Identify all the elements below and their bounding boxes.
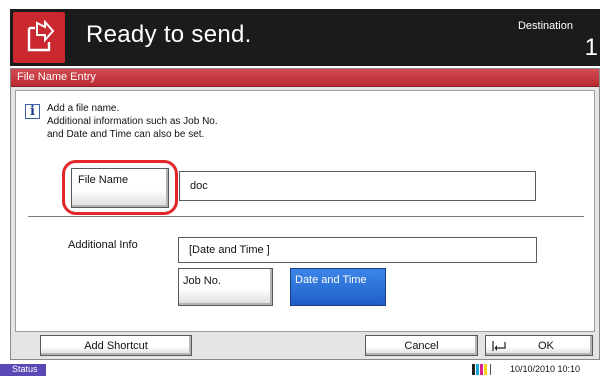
status-button[interactable]: Status xyxy=(0,364,46,376)
panel-title-bar: File Name Entry xyxy=(11,69,599,87)
ok-label: OK xyxy=(538,340,554,352)
add-shortcut-button[interactable]: Add Shortcut xyxy=(40,335,192,356)
panel-content: i Add a file name. Additional informatio… xyxy=(15,90,595,332)
status-bar: Status 10/10/2010 10:10 xyxy=(0,361,610,376)
status-label: Status xyxy=(12,364,38,374)
ok-button[interactable]: OK xyxy=(485,335,593,356)
cancel-label: Cancel xyxy=(404,340,439,352)
toner-cyan xyxy=(476,364,479,375)
additional-info-field: [Date and Time ] xyxy=(178,237,537,263)
additional-info-value: [Date and Time ] xyxy=(189,244,270,256)
file-name-highlight-ring xyxy=(62,160,178,215)
date-and-time-button[interactable]: Date and Time xyxy=(290,268,386,306)
status-datetime: 10/10/2010 10:10 xyxy=(510,364,581,374)
destination-count: 1 xyxy=(584,34,598,61)
section-divider xyxy=(28,216,584,217)
enter-arrow-icon xyxy=(492,341,506,351)
toner-separator xyxy=(490,364,491,375)
toner-magenta xyxy=(480,364,483,375)
job-no-button[interactable]: Job No. xyxy=(178,268,273,306)
toner-black xyxy=(472,364,475,375)
info-message-line-1: Add a file name. xyxy=(47,103,120,114)
toner-level-icon xyxy=(472,364,492,375)
send-home-button[interactable] xyxy=(13,12,65,63)
info-message-line-3: and Date and Time can also be set. xyxy=(47,129,205,140)
page-title: Ready to send. xyxy=(86,21,252,48)
file-name-value: doc xyxy=(190,180,208,192)
toner-yellow xyxy=(484,364,487,375)
job-no-button-label: Job No. xyxy=(183,275,221,287)
add-shortcut-label: Add Shortcut xyxy=(84,340,148,352)
cancel-button[interactable]: Cancel xyxy=(365,335,478,356)
panel-title: File Name Entry xyxy=(17,71,96,83)
info-message-line-2: Additional information such as Job No. xyxy=(47,116,218,127)
additional-info-label: Additional Info xyxy=(68,239,138,251)
date-and-time-button-label: Date and Time xyxy=(295,274,367,286)
file-name-field[interactable]: doc xyxy=(179,171,536,201)
header-bar: Ready to send. Destination 1 xyxy=(10,9,600,66)
send-screen-icon xyxy=(27,20,55,52)
destination-label: Destination xyxy=(517,20,573,32)
info-icon: i xyxy=(25,104,40,119)
file-name-entry-panel: File Name Entry i Add a file name. Addit… xyxy=(10,68,600,360)
